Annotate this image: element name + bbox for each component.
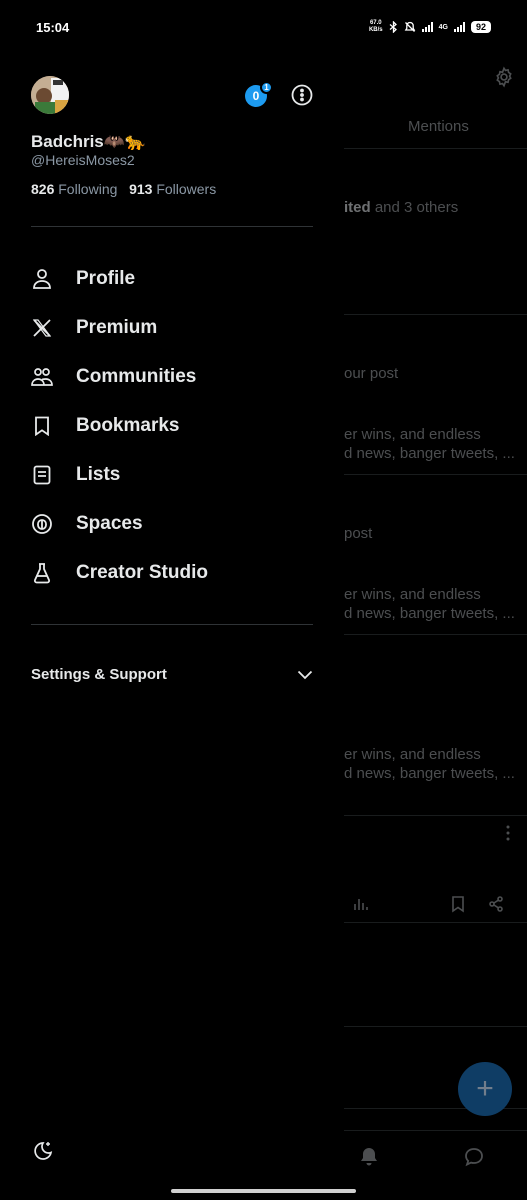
notification-text: ited and 3 others bbox=[344, 199, 458, 216]
menu-item-lists[interactable]: Lists bbox=[31, 450, 321, 499]
messages-icon[interactable] bbox=[463, 1146, 485, 1168]
account-switcher-badge[interactable]: 0 1 bbox=[245, 81, 273, 107]
notification-rest: and 3 others bbox=[370, 199, 459, 216]
bookmark-icon bbox=[31, 415, 53, 437]
notification-snippet: d news, banger tweets, ... bbox=[344, 445, 515, 462]
avatar[interactable] bbox=[31, 76, 69, 114]
person-icon bbox=[31, 268, 53, 290]
network-speed: 67.0 KB/s bbox=[369, 20, 383, 34]
divider bbox=[344, 314, 527, 315]
menu-item-bookmarks[interactable]: Bookmarks bbox=[31, 401, 321, 450]
share-icon[interactable] bbox=[487, 895, 505, 913]
signal-strength-icon bbox=[453, 22, 465, 32]
notification-text: post bbox=[344, 525, 373, 542]
bluetooth-icon bbox=[389, 21, 397, 33]
menu-item-profile[interactable]: Profile bbox=[31, 254, 321, 303]
menu-item-label: Profile bbox=[76, 267, 136, 289]
menu-item-label: Premium bbox=[76, 316, 158, 338]
menu-item-communities[interactable]: Communities bbox=[31, 352, 321, 401]
network-speed-unit: KB/s bbox=[368, 27, 383, 33]
home-indicator[interactable] bbox=[171, 1189, 356, 1193]
profile-name[interactable]: Badchris🦇🐆 bbox=[31, 132, 146, 152]
compose-fab-button[interactable]: + bbox=[458, 1062, 512, 1116]
notification-text: our post bbox=[344, 365, 399, 382]
menu-item-premium[interactable]: Premium bbox=[31, 303, 321, 352]
account-notification-dot: 1 bbox=[260, 81, 273, 94]
notification-snippet: er wins, and endless bbox=[344, 746, 481, 763]
divider bbox=[344, 634, 527, 635]
divider bbox=[31, 226, 313, 227]
drawer-menu: Profile Premium Communities Bookmarks Li… bbox=[31, 254, 321, 597]
following-label: Following bbox=[58, 181, 118, 197]
status-icons: 67.0 KB/s 4G 92 bbox=[369, 20, 491, 34]
avatar-image bbox=[31, 76, 69, 114]
settings-support-label: Settings & Support bbox=[31, 666, 167, 683]
followers-link[interactable]: 913 Followers bbox=[129, 181, 216, 197]
divider bbox=[344, 922, 527, 923]
divider bbox=[344, 1026, 527, 1027]
network-type: 4G bbox=[438, 23, 448, 31]
following-link[interactable]: 826 Following bbox=[31, 181, 117, 197]
notification-snippet: er wins, and endless bbox=[344, 426, 481, 443]
notifications-bell-icon[interactable] bbox=[358, 1146, 380, 1168]
silent-bell-icon bbox=[404, 21, 415, 32]
tab-mentions[interactable]: Mentions bbox=[408, 118, 469, 135]
x-logo-icon bbox=[31, 317, 53, 339]
notification-snippet: d news, banger tweets, ... bbox=[344, 605, 515, 622]
divider bbox=[344, 148, 527, 149]
more-vertical-icon[interactable] bbox=[500, 824, 516, 842]
notification-snippet: er wins, and endless bbox=[344, 586, 481, 603]
followers-label: Followers bbox=[156, 181, 217, 197]
menu-item-label: Spaces bbox=[76, 512, 143, 534]
divider bbox=[344, 474, 527, 475]
profile-handle: @HereisMoses2 bbox=[31, 152, 135, 168]
notification-snippet: d news, banger tweets, ... bbox=[344, 765, 515, 782]
dark-mode-moon-icon[interactable] bbox=[31, 1140, 53, 1162]
following-count: 826 bbox=[31, 181, 55, 197]
menu-item-label: Bookmarks bbox=[76, 414, 180, 436]
followers-count: 913 bbox=[129, 181, 153, 197]
chevron-down-icon bbox=[297, 670, 313, 679]
menu-item-label: Lists bbox=[76, 463, 121, 485]
analytics-icon[interactable] bbox=[352, 895, 370, 913]
side-drawer: 0 1 Badchris🦇🐆 @HereisMoses2 826 Followi… bbox=[0, 0, 344, 1200]
menu-item-spaces[interactable]: Spaces bbox=[31, 499, 321, 548]
menu-item-label: Communities bbox=[76, 365, 197, 387]
communities-icon bbox=[31, 366, 53, 388]
menu-item-label: Creator Studio bbox=[76, 561, 208, 583]
follow-stats: 826 Following 913 Followers bbox=[31, 181, 216, 197]
creator-studio-icon bbox=[31, 562, 53, 584]
divider bbox=[31, 624, 313, 625]
list-icon bbox=[31, 464, 53, 486]
menu-item-creator-studio[interactable]: Creator Studio bbox=[31, 548, 321, 597]
divider bbox=[344, 815, 527, 816]
network-speed-value: 67.0 bbox=[369, 20, 382, 26]
signal-strength-icon bbox=[421, 22, 433, 32]
bookmark-icon[interactable] bbox=[450, 895, 466, 913]
status-time: 15:04 bbox=[36, 20, 70, 35]
settings-support-toggle[interactable]: Settings & Support bbox=[31, 666, 313, 683]
notification-bold: ited bbox=[344, 199, 371, 216]
battery-level: 92 bbox=[470, 21, 491, 33]
spaces-icon bbox=[31, 513, 53, 535]
status-bar: 15:04 67.0 KB/s 4G 92 bbox=[0, 0, 527, 58]
more-options-icon[interactable] bbox=[291, 84, 313, 106]
account-count: 0 bbox=[252, 89, 260, 103]
bottom-nav-divider bbox=[344, 1130, 527, 1131]
settings-gear-icon[interactable] bbox=[493, 66, 515, 88]
